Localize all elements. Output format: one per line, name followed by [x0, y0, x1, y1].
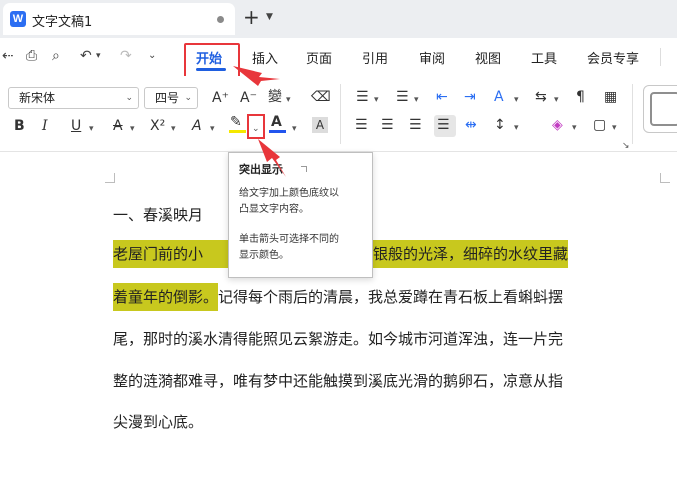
text-effect-chevron-icon[interactable]: ▾ [210, 121, 215, 137]
superscript-button[interactable]: X² [150, 118, 165, 134]
bold-button[interactable]: B [14, 118, 25, 134]
tab-view[interactable]: 视图 [475, 48, 501, 67]
phonetic-chevron-icon[interactable]: ▾ [286, 92, 291, 108]
phonetic-guide-icon[interactable]: 變 [268, 89, 282, 105]
tooltip-text: 显示颜色。 [239, 250, 289, 261]
strikethrough-icon[interactable]: A [113, 118, 123, 134]
tooltip-expand-icon [301, 166, 307, 172]
paragraph-line-2[interactable]: 着童年的倒影。记得每个雨后的清晨，我总爱蹲在青石板上看蝌蚪摆 [113, 283, 564, 311]
chevron-down-icon: ⌄ [125, 93, 133, 103]
print-icon[interactable]: ⎙ [26, 48, 37, 64]
unsaved-dot-icon[interactable] [217, 16, 224, 23]
borders-icon[interactable]: ▢ [593, 117, 606, 133]
menu-bar: ⇠ ⎙ ⌕ ↶ ▾ ↷ ⌄ 开始 插入 页面 引用 审阅 视图 工具 会员专享 [0, 38, 677, 76]
tooltip-text: 单击箭头可选择不同的 [239, 234, 339, 245]
increase-indent-icon[interactable]: ⇥ [464, 89, 476, 105]
font-name-select[interactable]: 新宋体 ⌄ [8, 87, 139, 109]
document-tab[interactable]: W 文字文稿1 [3, 3, 235, 35]
highlighted-text: 老屋门前的小 [113, 240, 204, 268]
tab-member[interactable]: 会员专享 [587, 48, 639, 67]
font-size-value: 四号 [155, 91, 180, 105]
align-left-icon[interactable]: ☰ [355, 117, 368, 133]
numbered-list-chevron-icon[interactable]: ▾ [414, 92, 419, 108]
paragraph-shading-icon[interactable]: ◈ [552, 117, 563, 133]
paragraph-shading-chevron-icon[interactable]: ▾ [572, 120, 577, 136]
character-shading-button[interactable]: A [312, 117, 328, 133]
font-name-value: 新宋体 [19, 91, 56, 105]
tooltip-text: 给文字加上颜色底纹以 [239, 188, 339, 199]
paragraph-line-4[interactable]: 整的涟漪都难寻，唯有梦中还能触摸到溪底光滑的鹅卵石，凉意从指 [113, 371, 563, 391]
line-spacing-chevron-icon[interactable]: ▾ [514, 120, 519, 136]
chevron-down-icon[interactable]: ▼ [266, 12, 273, 22]
paragraph-line-3[interactable]: 尾，那时的溪水清得能照见云絮游走。如今城市河道浑浊，连一片完 [113, 329, 563, 349]
show-marks-icon[interactable]: ¶ [576, 89, 585, 105]
shrink-font-button[interactable]: A⁻ [240, 90, 257, 106]
borders-chevron-icon[interactable]: ▾ [612, 120, 617, 136]
underline-button[interactable]: U [71, 118, 81, 134]
paragraph-text: 记得每个雨后的清晨，我总爱蹲在青石板上看蝌蚪摆 [218, 288, 564, 306]
table-grid-icon[interactable]: ▦ [604, 89, 617, 105]
chinese-layout-icon[interactable]: A [494, 89, 504, 105]
numbered-list-icon[interactable]: ☰ [396, 89, 409, 105]
tooltip-text: 凸显文字内容。 [239, 204, 309, 215]
font-color-chevron-icon[interactable]: ▾ [292, 121, 297, 137]
tab-review[interactable]: 审阅 [419, 48, 445, 67]
undo-icon[interactable]: ↶ [80, 48, 92, 64]
highlight-color-bar [229, 130, 246, 133]
wps-writer-icon: W [10, 11, 26, 27]
align-center-icon[interactable]: ☰ [381, 117, 394, 133]
clear-format-icon[interactable]: ⌫ [311, 89, 331, 105]
align-right-icon[interactable]: ☰ [409, 117, 422, 133]
quick-access-chevron-icon[interactable]: ⌄ [148, 48, 156, 64]
redo-icon[interactable]: ↷ [120, 48, 132, 64]
font-color-button[interactable]: A [271, 114, 282, 130]
highlighted-text: 着童年的倒影。 [113, 283, 219, 311]
ribbon-divider [340, 84, 341, 144]
tab-page[interactable]: 页面 [306, 48, 332, 67]
margin-corner-top-right [660, 173, 670, 183]
bullet-list-chevron-icon[interactable]: ▾ [374, 92, 379, 108]
paragraph-settings-icon[interactable]: ↘ [622, 138, 630, 154]
highlight-pen-icon[interactable]: ✎ [230, 114, 242, 130]
title-bar: W 文字文稿1 + ▼ [0, 0, 677, 38]
distributed-icon[interactable]: ⇹ [465, 117, 477, 133]
tab-tools[interactable]: 工具 [531, 48, 557, 67]
annotation-box-home-tab [184, 43, 240, 79]
justify-icon[interactable]: ☰ [437, 117, 450, 133]
new-tab-button[interactable]: + [243, 6, 260, 28]
chinese-layout-chevron-icon[interactable]: ▾ [514, 92, 519, 108]
ribbon-divider [632, 84, 633, 144]
highlight-chevron-icon[interactable]: ⌄ [252, 121, 260, 137]
sort-icon[interactable]: ⇆ [535, 89, 547, 105]
chevron-down-icon: ⌄ [184, 93, 192, 103]
document-heading[interactable]: 一、春溪映月 [113, 204, 203, 225]
line-spacing-icon[interactable]: ↕ [494, 117, 506, 133]
italic-button[interactable]: I [42, 118, 48, 134]
paragraph-line-5[interactable]: 尖漫到心底。 [113, 412, 203, 432]
text-effect-icon[interactable]: A [192, 118, 202, 134]
document-title: 文字文稿1 [32, 15, 93, 30]
underline-chevron-icon[interactable]: ▾ [89, 121, 94, 137]
strikethrough-chevron-icon[interactable]: ▾ [130, 121, 135, 137]
style-preview [650, 92, 677, 126]
decrease-indent-icon[interactable]: ⇤ [436, 89, 448, 105]
sort-chevron-icon[interactable]: ▾ [554, 92, 559, 108]
undo-chevron-icon[interactable]: ▾ [96, 48, 101, 64]
superscript-chevron-icon[interactable]: ▾ [171, 121, 176, 137]
print-preview-icon[interactable]: ⌕ [52, 48, 60, 64]
menu-icon[interactable]: ⇠ [2, 48, 14, 64]
tab-insert[interactable]: 插入 [252, 48, 278, 67]
menu-divider [660, 48, 661, 66]
margin-corner-top-left [105, 173, 115, 183]
font-size-select[interactable]: 四号 ⌄ [144, 87, 198, 109]
font-color-bar [269, 130, 286, 133]
bullet-list-icon[interactable]: ☰ [356, 89, 369, 105]
grow-font-button[interactable]: A⁺ [212, 90, 229, 106]
tab-references[interactable]: 引用 [362, 48, 388, 67]
